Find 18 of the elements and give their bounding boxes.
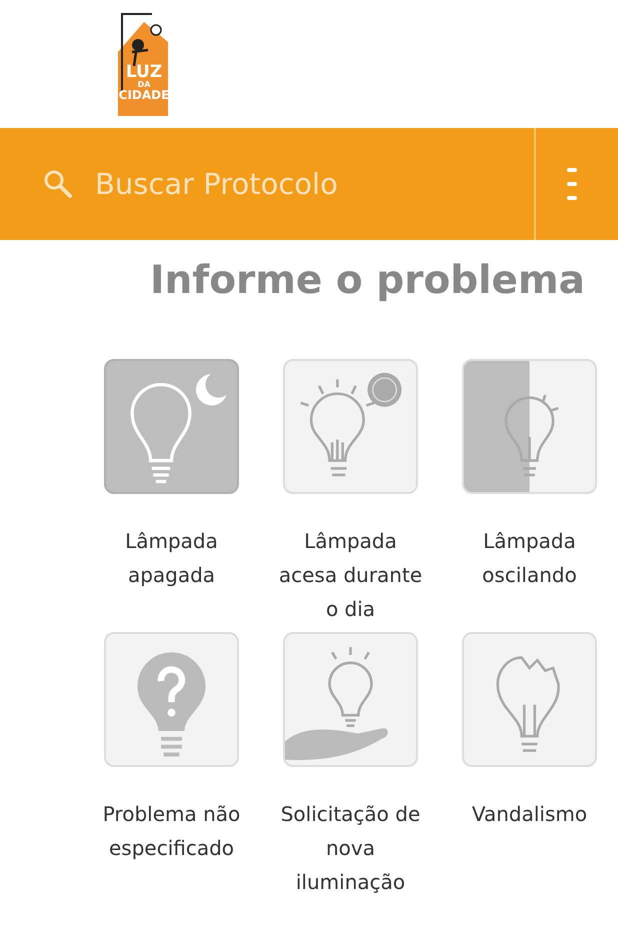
problem-tile[interactable] [462,359,597,494]
page-title: Informe o problema [150,258,586,303]
problem-tile[interactable] [104,359,239,494]
problem-label: Lâmpada acesa durante o dia [278,528,424,623]
problem-label: Lâmpada oscilando [481,528,578,589]
logo-text: LUZ [126,64,162,81]
problem-tile[interactable] [104,632,239,767]
problem-label: Vandalismo [470,801,588,828]
logo[interactable]: LUZ DA CIDADE [108,12,180,116]
logo-text: DA [138,81,150,89]
search-icon [43,169,73,199]
problem-label: Solicitação de nova iluminação [280,801,422,896]
logo-text: CIDADE [118,89,170,101]
problem-tile[interactable] [283,359,418,494]
problem-label: Problema não especificado [102,801,242,862]
problem-label: Lâmpada apagada [124,528,219,589]
problem-tile[interactable] [462,632,597,767]
problem-tile[interactable] [283,632,418,767]
